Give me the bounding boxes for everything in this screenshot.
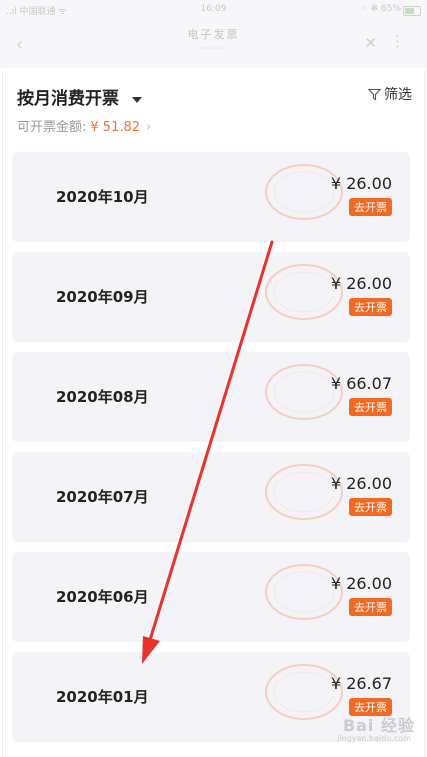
invoice-month: 2020年07月: [56, 488, 149, 506]
battery-icon: [403, 6, 421, 16]
invoice-amount: ¥ 26.00: [330, 174, 392, 193]
issue-invoice-button[interactable]: 去开票: [349, 298, 392, 316]
status-bar: ..ıl 中国联通 ᯤ 16:09 ◦ ✻ 65%: [0, 0, 427, 22]
invoice-month: 2020年06月: [56, 588, 149, 606]
amount-label: 可开票金额:: [17, 120, 87, 135]
invoice-card[interactable]: 2020年07月 ¥ 26.00 去开票: [12, 452, 410, 542]
invoice-amount: ¥ 26.00: [330, 274, 392, 293]
month-selector-label: 按月消费开票: [17, 89, 119, 109]
status-indicators: ◦ ✻ 65%: [362, 4, 401, 14]
issue-invoice-button[interactable]: 去开票: [349, 498, 392, 516]
watermark-url: jingyan.baidu.com: [337, 734, 411, 743]
invoiceable-amount[interactable]: 可开票金额: ¥ 51.82 ›: [17, 116, 151, 135]
issue-invoice-button[interactable]: 去开票: [349, 398, 392, 416]
page-title: 电子发票: [187, 28, 240, 41]
month-selector[interactable]: 按月消费开票: [17, 84, 143, 109]
issue-invoice-button[interactable]: 去开票: [349, 598, 392, 616]
invoice-card[interactable]: 2020年09月 ¥ 26.00 去开票: [12, 252, 410, 342]
invoice-card[interactable]: 2020年10月 ¥ 26.00 去开票: [12, 152, 410, 242]
invoice-amount: ¥ 26.00: [330, 474, 392, 493]
more-vertical-icon[interactable]: ⋮: [390, 32, 405, 50]
invoice-amount: ¥ 26.67: [330, 674, 392, 693]
watermark-logo: Bai 经验: [342, 716, 415, 735]
filter-label: 筛选: [384, 87, 412, 103]
invoice-amount: ¥ 26.00: [330, 574, 392, 593]
invoice-month: 2020年10月: [56, 188, 149, 206]
invoice-month: 2020年08月: [56, 388, 149, 406]
invoice-month: 2020年09月: [56, 288, 149, 306]
invoice-amount: ¥ 66.07: [330, 374, 392, 393]
filter-button[interactable]: 筛选: [368, 84, 412, 104]
filter-icon: [368, 88, 381, 101]
nav-bar: ‹ 电子发票 ············ ✕ ⋮: [0, 22, 427, 68]
issue-invoice-button[interactable]: 去开票: [349, 198, 392, 216]
amount-value: ¥ 51.82: [90, 120, 141, 135]
close-icon[interactable]: ✕: [364, 34, 377, 52]
invoice-month: 2020年01月: [56, 688, 149, 706]
chevron-right-icon: ›: [146, 120, 152, 135]
page-subtitle: ············: [198, 44, 229, 53]
invoice-card[interactable]: 2020年08月 ¥ 66.07 去开票: [12, 352, 410, 442]
caret-down-icon: [132, 96, 143, 103]
invoice-card[interactable]: 2020年06月 ¥ 26.00 去开票: [12, 552, 410, 642]
